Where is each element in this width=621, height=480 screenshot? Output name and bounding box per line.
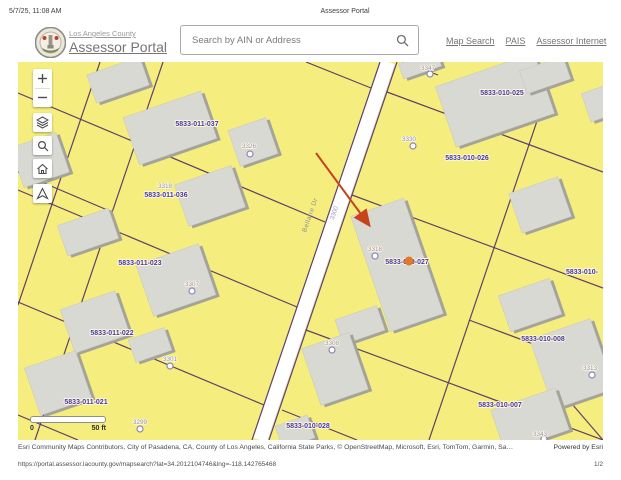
scale-bar-line bbox=[30, 416, 106, 423]
svg-text:5833-011-022: 5833-011-022 bbox=[90, 330, 133, 337]
home-button[interactable] bbox=[33, 159, 52, 178]
svg-text:5833-010-007: 5833-010-007 bbox=[478, 402, 522, 409]
home-icon bbox=[36, 163, 49, 175]
nav-map-search[interactable]: Map Search bbox=[446, 36, 495, 46]
scale-zero-label: 0 bbox=[30, 425, 34, 432]
svg-text:5833-010-028: 5833-010-028 bbox=[286, 423, 330, 430]
scale-bar: 0 50 ft bbox=[30, 416, 106, 432]
county-seal-logo bbox=[35, 27, 66, 58]
locate-button[interactable] bbox=[33, 184, 52, 203]
zoom-out-button[interactable] bbox=[33, 88, 52, 107]
scale-distance-label: 50 ft bbox=[92, 425, 106, 432]
locate-icon bbox=[36, 187, 49, 200]
print-page-number: 1/2 bbox=[594, 461, 603, 468]
layers-button[interactable] bbox=[33, 113, 52, 132]
magnifier-icon bbox=[37, 140, 49, 152]
svg-text:5833-010-025: 5833-010-025 bbox=[480, 90, 524, 97]
plus-icon bbox=[37, 73, 48, 84]
svg-text:3347: 3347 bbox=[421, 65, 436, 72]
print-footer-url: https://portal.assessor.lacounty.gov/map… bbox=[18, 461, 276, 468]
attribution-text: Esri Community Maps Contributors, City o… bbox=[18, 444, 513, 451]
svg-text:5833-011-037: 5833-011-037 bbox=[175, 121, 218, 128]
powered-by-esri: Powered by Esri bbox=[554, 444, 604, 451]
svg-text:3299: 3299 bbox=[133, 419, 148, 426]
minus-icon bbox=[37, 92, 48, 103]
svg-text:5833-011-021: 5833-011-021 bbox=[64, 399, 107, 406]
svg-text:5833-011-036: 5833-011-036 bbox=[144, 192, 187, 199]
street-name-label: Bellaire Dr bbox=[301, 197, 319, 233]
zoom-in-button[interactable] bbox=[33, 69, 52, 88]
layers-icon bbox=[36, 116, 49, 129]
svg-text:3318: 3318 bbox=[368, 246, 383, 253]
svg-text:5833-010-026: 5833-010-026 bbox=[445, 155, 489, 162]
nav-assessor-internet[interactable]: Assessor Internet bbox=[536, 36, 606, 46]
svg-text:3330: 3330 bbox=[402, 136, 417, 143]
svg-text:3308: 3308 bbox=[325, 340, 340, 347]
search-input[interactable] bbox=[181, 35, 396, 46]
buildings bbox=[18, 62, 603, 440]
svg-text:3313: 3313 bbox=[583, 365, 598, 372]
svg-text:3301: 3301 bbox=[163, 356, 178, 363]
portal-home-link[interactable]: Assessor Portal bbox=[69, 39, 167, 55]
svg-text:3326: 3326 bbox=[242, 143, 257, 150]
print-datetime: 5/7/25, 11:08 AM bbox=[9, 8, 61, 15]
svg-text:5833-011-023: 5833-011-023 bbox=[118, 260, 161, 267]
map-search-button[interactable] bbox=[33, 136, 52, 155]
header-nav: Map Search PAIS Assessor Internet bbox=[446, 36, 606, 46]
search-box[interactable] bbox=[180, 25, 419, 55]
svg-text:3318: 3318 bbox=[158, 183, 173, 190]
selected-parcel-dot[interactable] bbox=[405, 257, 414, 266]
print-doc-title: Assessor Portal bbox=[320, 8, 369, 15]
map-canvas[interactable]: Bellaire Dr 3300 3326 3347 3330 3318 330… bbox=[18, 62, 603, 440]
search-icon[interactable] bbox=[396, 34, 409, 47]
county-link[interactable]: Los Angeles County bbox=[69, 29, 136, 38]
svg-text:3307: 3307 bbox=[185, 281, 200, 288]
map-attribution: Esri Community Maps Contributors, City o… bbox=[18, 444, 603, 451]
svg-text:5833-010-008: 5833-010-008 bbox=[521, 336, 565, 343]
parcel-map: Bellaire Dr 3300 3326 3347 3330 3318 330… bbox=[18, 62, 603, 440]
zoom-controls bbox=[33, 69, 52, 107]
svg-text:3343: 3343 bbox=[533, 431, 548, 438]
svg-text:5833-010-: 5833-010- bbox=[566, 269, 599, 276]
nav-pais[interactable]: PAIS bbox=[506, 36, 526, 46]
